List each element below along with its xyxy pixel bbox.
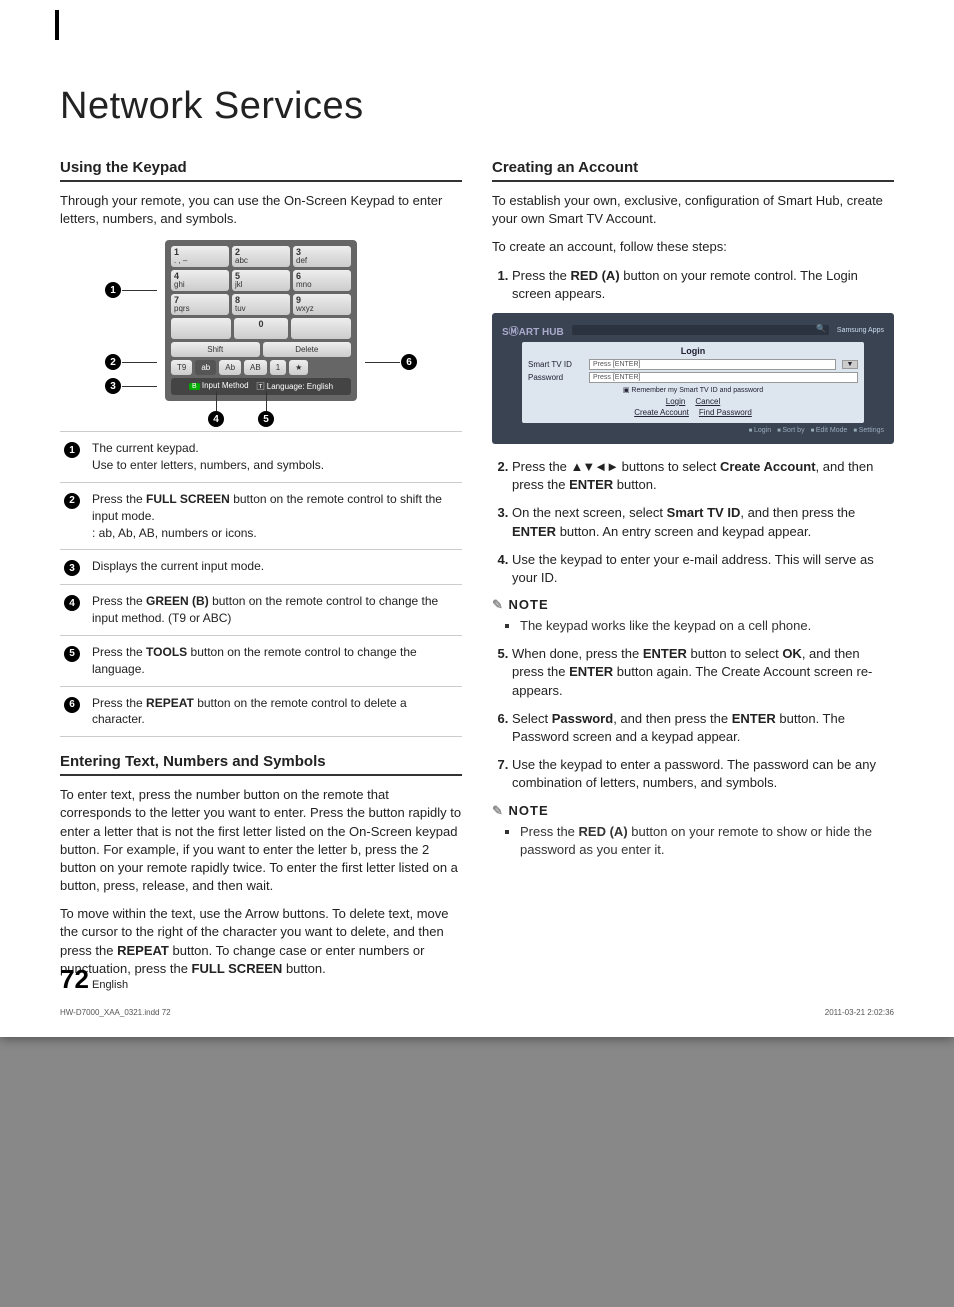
callout-2: 2 xyxy=(105,354,121,370)
footer-file: HW-D7000_XAA_0321.indd 72 xyxy=(60,1008,171,1017)
page-title: Network Services xyxy=(60,85,894,128)
callout-6: 6 xyxy=(401,354,417,370)
note-list-2: Press the RED (A) button on your remote … xyxy=(492,823,894,859)
section-account-heading: Creating an Account xyxy=(492,159,894,182)
section-keypad-heading: Using the Keypad xyxy=(60,159,462,182)
keypad-legend: 1The current keypad.Use to enter letters… xyxy=(60,431,462,737)
note-list-1: The keypad works like the keypad on a ce… xyxy=(492,617,894,635)
account-p2: To create an account, follow these steps… xyxy=(492,238,894,256)
callout-1: 1 xyxy=(105,282,121,298)
note-heading-1: NOTE xyxy=(492,597,894,613)
account-steps-cont2: When done, press the ENTER button to sel… xyxy=(492,645,894,792)
keypad-intro: Through your remote, you can use the On-… xyxy=(60,192,462,228)
callout-3: 3 xyxy=(105,378,121,394)
note-heading-2: NOTE xyxy=(492,803,894,819)
footer-date: 2011-03-21 2:02:36 xyxy=(825,1008,894,1017)
callout-5: 5 xyxy=(258,411,274,427)
page-number: 72 English xyxy=(60,964,128,995)
section-entering-heading: Entering Text, Numbers and Symbols xyxy=(60,753,462,776)
account-steps-cont: Press the ▲▼◄► buttons to select Create … xyxy=(492,458,894,587)
entering-p1: To enter text, press the number button o… xyxy=(60,786,462,895)
account-p1: To establish your own, exclusive, config… xyxy=(492,192,894,228)
keypad-diagram: 1 2 3 6 4 5 1. , – 2abc 3def 4ghi 5jkl 6… xyxy=(60,240,462,401)
login-screenshot: SⓂART HUBSamsung Apps Login Smart TV IDP… xyxy=(492,313,894,444)
callout-4: 4 xyxy=(208,411,224,427)
account-steps: Press the RED (A) button on your remote … xyxy=(492,267,894,303)
